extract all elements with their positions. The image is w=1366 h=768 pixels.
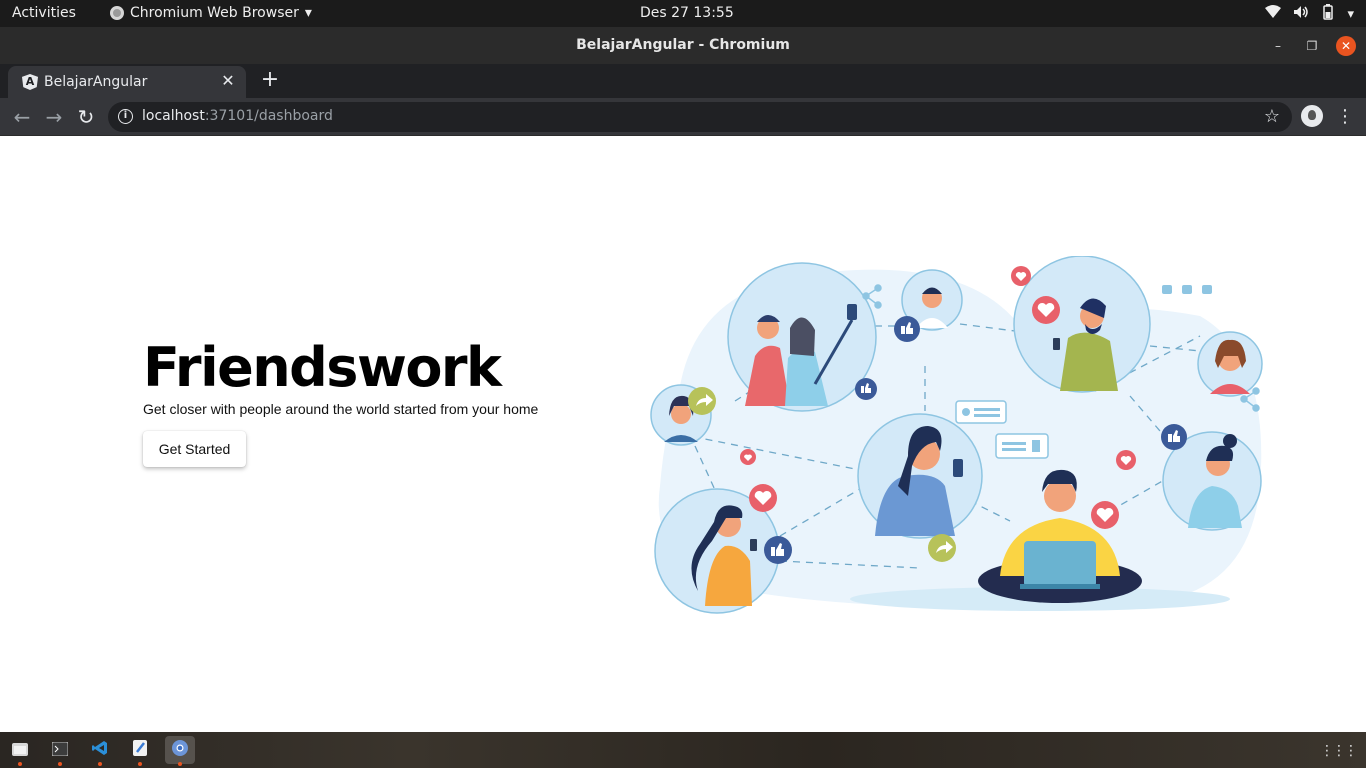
- angular-favicon-icon: A: [22, 74, 38, 90]
- terminal-icon: [51, 741, 69, 760]
- system-top-bar: Activities Chromium Web Browser ▾ Des 27…: [0, 0, 1366, 27]
- maximize-button[interactable]: ❐: [1302, 36, 1322, 56]
- chromium-app-button[interactable]: [165, 736, 195, 766]
- running-indicator: [178, 762, 182, 766]
- bookmark-star-icon[interactable]: ☆: [1264, 106, 1280, 127]
- forward-button[interactable]: →: [41, 104, 67, 130]
- browser-toolbar: ← → ↻ i localhost:37101/dashboard ☆ ⋮: [0, 98, 1366, 136]
- profile-avatar[interactable]: [1301, 105, 1323, 127]
- url-text[interactable]: localhost:37101/dashboard: [142, 108, 333, 124]
- terminal-app-button[interactable]: [45, 736, 75, 766]
- social-network-illustration: [650, 256, 1263, 614]
- files-app-button[interactable]: [5, 736, 35, 766]
- page-viewport: Friendswork Get closer with people aroun…: [0, 136, 1366, 732]
- address-bar[interactable]: i localhost:37101/dashboard ☆: [108, 102, 1292, 132]
- clock[interactable]: Des 27 13:55: [640, 5, 734, 21]
- app-menu[interactable]: Chromium Web Browser ▾: [110, 5, 312, 21]
- reload-button[interactable]: ↻: [73, 104, 99, 130]
- info-icon[interactable]: i: [118, 109, 133, 124]
- close-window-button[interactable]: ✕: [1336, 36, 1356, 56]
- activities-button[interactable]: Activities: [12, 5, 76, 21]
- battery-icon: [1321, 4, 1335, 24]
- tab-title: BelajarAngular: [44, 74, 148, 90]
- avatar-face-icon: [1308, 110, 1316, 120]
- running-indicator: [138, 762, 142, 766]
- vscode-icon: [92, 740, 108, 760]
- app-menu-label: Chromium Web Browser: [130, 5, 299, 21]
- chromium-icon: [110, 6, 124, 20]
- minimize-button[interactable]: –: [1268, 36, 1288, 56]
- chromium-icon: [172, 740, 188, 760]
- running-indicator: [58, 762, 62, 766]
- tab-belajarangular[interactable]: A BelajarAngular ✕: [8, 66, 246, 98]
- wifi-icon: [1265, 5, 1282, 23]
- url-host: localhost: [142, 108, 205, 124]
- text-editor-icon: [133, 740, 147, 760]
- files-icon: [12, 741, 28, 760]
- volume-icon: [1293, 5, 1309, 23]
- browser-menu-button[interactable]: ⋮: [1336, 104, 1354, 130]
- system-tray[interactable]: ▾: [1265, 4, 1354, 24]
- running-indicator: [18, 762, 22, 766]
- back-button[interactable]: ←: [9, 104, 35, 130]
- dock: ⋮⋮⋮: [0, 732, 1366, 768]
- window-title: BelajarAngular - Chromium: [576, 37, 790, 53]
- text-editor-app-button[interactable]: [125, 736, 155, 766]
- hero-subtitle: Get closer with people around the world …: [143, 401, 539, 417]
- url-path: :37101/dashboard: [204, 108, 333, 124]
- hero-title: Friendswork: [143, 336, 502, 399]
- chevron-down-icon: ▾: [1347, 6, 1354, 22]
- get-started-button[interactable]: Get Started: [143, 431, 246, 467]
- new-tab-button[interactable]: +: [258, 68, 282, 92]
- window-title-bar[interactable]: BelajarAngular - Chromium – ❐ ✕: [0, 27, 1366, 64]
- running-indicator: [98, 762, 102, 766]
- chevron-down-icon: ▾: [304, 5, 312, 21]
- tab-strip: A BelajarAngular ✕ +: [0, 64, 1366, 98]
- close-tab-icon[interactable]: ✕: [218, 71, 238, 91]
- vscode-app-button[interactable]: [85, 736, 115, 766]
- show-applications-icon[interactable]: ⋮⋮⋮: [1320, 743, 1358, 759]
